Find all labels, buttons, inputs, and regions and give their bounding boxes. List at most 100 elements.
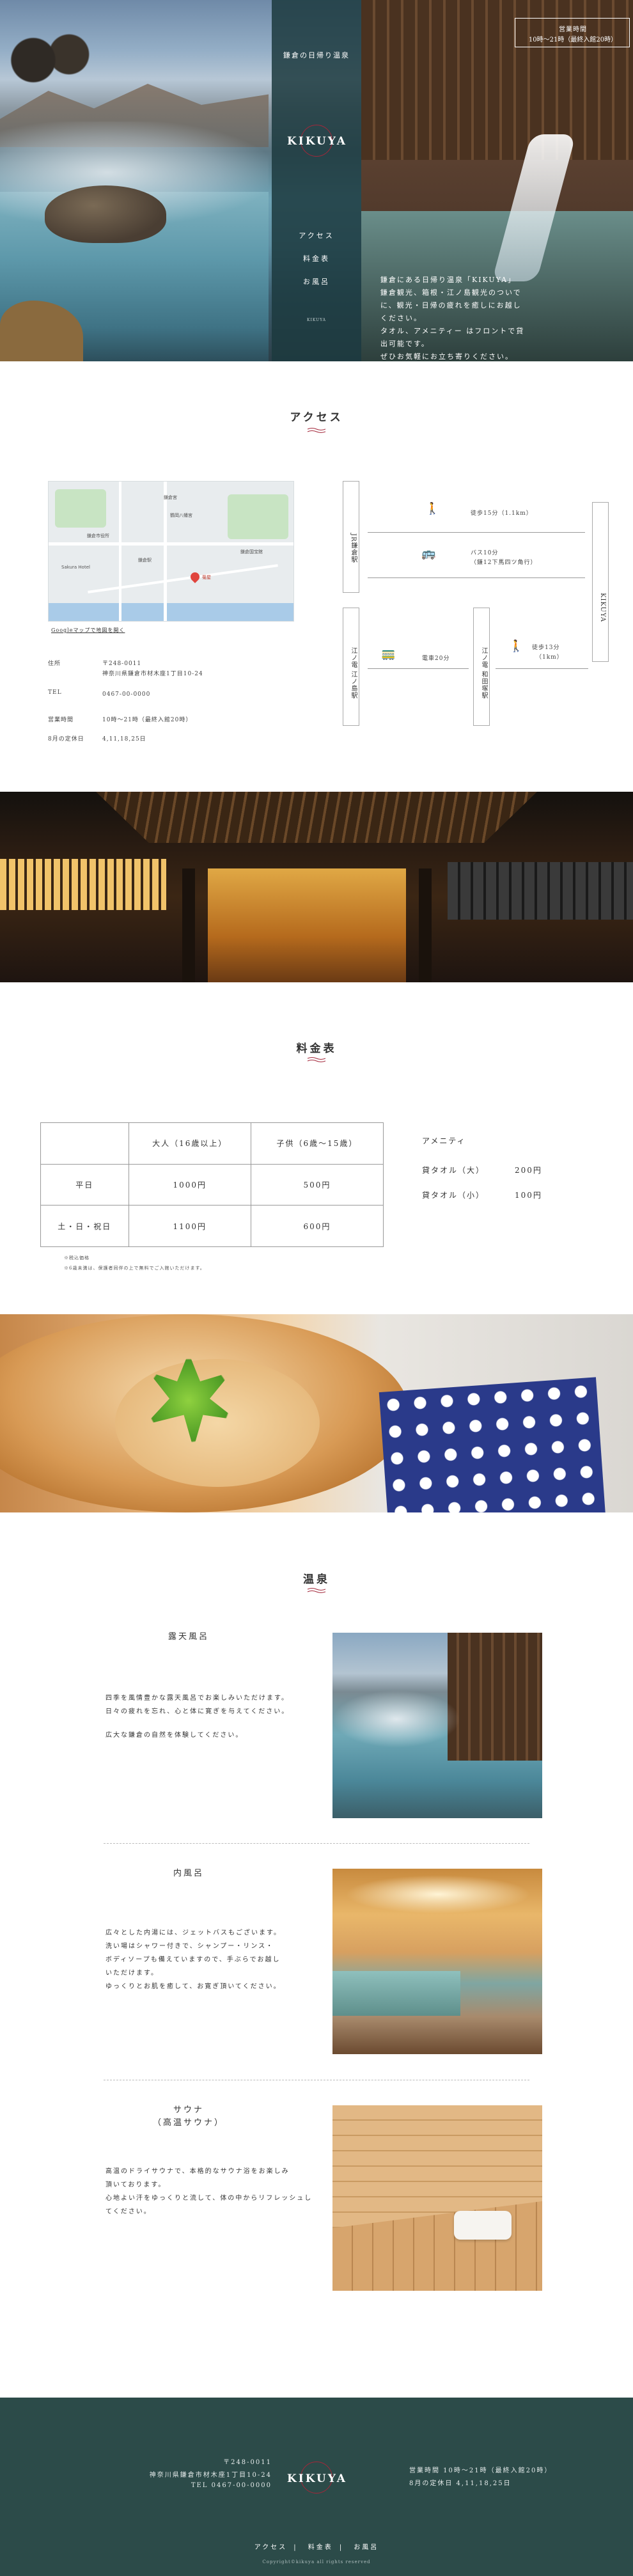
hero-intro-line: 鎌倉にある日帰り温泉「KIKUYA」	[380, 276, 517, 284]
google-map-link[interactable]: Googleマップで地図を開く	[51, 627, 125, 634]
footer-tel[interactable]: TEL 0467-00-0000	[137, 2482, 272, 2489]
price-note: ※税込価格	[64, 1255, 90, 1261]
entrance-roof	[96, 792, 537, 843]
map-park	[55, 489, 106, 528]
sauna-towel	[454, 2211, 512, 2240]
entrance-glow	[208, 868, 406, 982]
hero-rock	[45, 185, 166, 243]
table-row: 平日 1000円 500円	[40, 1163, 384, 1206]
address-zip: 〒248-0011	[102, 661, 142, 667]
google-map[interactable]: 鎌倉宮 鎌倉市役所 鶴岡八幡宮 鎌倉国宝館 Sakura Hotel 鎌倉駅 菊…	[48, 481, 294, 622]
onsen-item-title: 内風呂	[173, 1869, 204, 1878]
map-pin-icon[interactable]	[189, 570, 201, 583]
route-line	[368, 668, 469, 669]
onsen-text-line: 頂いております。	[106, 2181, 166, 2188]
footer-nav-price[interactable]: 料金表	[308, 2544, 333, 2551]
footer-holiday: 8月の定休日 4,11,18,25日	[409, 2480, 512, 2487]
hero-copyright: KIKUYA	[306, 318, 326, 322]
walking-icon: 🚶	[509, 640, 524, 653]
bath-building	[448, 1633, 542, 1761]
route-walk2-sub: （1km）	[536, 654, 563, 661]
hero: 鎌倉の日帰り温泉 KIKUYA アクセス 料金表 お風呂 KIKUYA 営業時間…	[0, 0, 633, 361]
map-label: 鶴岡八幡宮	[170, 513, 192, 518]
price-note: ※6歳未満は、保護者同伴の上で無料でご入館いただけます。	[64, 1266, 205, 1271]
tel-label: TEL	[48, 689, 62, 696]
map-road	[119, 482, 121, 621]
indoor-lights	[345, 1875, 531, 1913]
amenity-price: 200円	[515, 1166, 542, 1175]
route-kikuya: KIKUYA	[592, 502, 609, 662]
hero-nav: アクセス 料金表 お風呂	[272, 230, 361, 299]
hero-logo-text: KIKUYA	[287, 135, 347, 148]
footer-address: 神奈川県鎌倉市材木座1丁目10-24	[149, 2472, 272, 2479]
hero-subtitle: 鎌倉の日帰り温泉	[283, 51, 350, 59]
map-sea	[49, 603, 293, 621]
tenugui-towel	[379, 1377, 606, 1512]
hero-logo[interactable]: KIKUYA	[287, 125, 345, 157]
footer-nav-bath[interactable]: お風呂	[354, 2544, 379, 2551]
walking-icon: 🚶	[425, 502, 440, 515]
price-header-cell: 大人（16歳以上）	[128, 1122, 251, 1165]
price-header-cell: 子供（6歳〜15歳）	[250, 1122, 384, 1165]
footer-nav-access[interactable]: アクセス	[254, 2544, 288, 2551]
price-table-header: 大人（16歳以上） 子供（6歳〜15歳）	[40, 1122, 384, 1165]
map-label: 鎌倉市役所	[87, 533, 109, 538]
price-header-cell	[40, 1122, 129, 1165]
address-label: 住所	[48, 661, 61, 667]
price-cell: 500円	[250, 1163, 384, 1206]
onsen-text-line: 四季を風情豊かな露天風呂でお楽しみいただけます。	[106, 1695, 289, 1702]
entrance-photo	[0, 792, 633, 982]
indoor-bath-photo	[332, 1869, 542, 2054]
hero-nav-bath[interactable]: お風呂	[272, 276, 361, 287]
onsen-text-line: ボディソープも備えていますので、手ぶらでお越し	[106, 1956, 281, 1963]
map-label: Sakura Hotel	[61, 565, 90, 570]
tel-value[interactable]: 0467-00-0000	[102, 689, 150, 700]
route-line	[368, 577, 585, 578]
footer-logo[interactable]: KIKUYA	[287, 2462, 345, 2494]
onsen-wave-icon	[307, 1588, 326, 1593]
hero-trees	[6, 26, 96, 83]
map-road	[88, 564, 278, 593]
price-cell: 600円	[250, 1205, 384, 1247]
route-bus-sub: （鎌12下馬四ツ角行）	[471, 560, 537, 566]
holiday-label: 8月の定休日	[48, 736, 84, 742]
onsen-text-line: 高温のドライサウナで、本格的なサウナ浴をお楽しみ	[106, 2168, 290, 2175]
map-park	[228, 494, 288, 539]
map-label: 鎌倉駅	[138, 558, 152, 563]
bus-icon: 🚌	[421, 547, 436, 560]
holiday-value: 4,11,18,25日	[102, 736, 146, 742]
price-wave-icon	[307, 1057, 326, 1062]
sauna-photo	[332, 2105, 542, 2291]
address-value: 神奈川県鎌倉市材木座1丁目10-24	[102, 671, 203, 677]
onsen-item-title: 露天風呂	[168, 1632, 209, 1642]
route-line	[368, 532, 585, 533]
hero-hours-value: 10時〜21時（最終入館20時）	[528, 36, 618, 43]
onsen-item-text: 四季を風情豊かな露天風呂でお楽しみいただけます。 日々の疲れを忘れ、心と体に寛ぎ…	[106, 1692, 310, 1742]
onsen-item-subtitle: （高温サウナ）	[152, 2118, 224, 2128]
price-row-label: 土・日・祝日	[40, 1205, 129, 1247]
entrance-windows-right	[448, 862, 633, 920]
hero-nav-price[interactable]: 料金表	[272, 253, 361, 263]
onsen-text-line: 心地よい汗をゆっくりと流して、体の中からリフレッシュしてください。	[106, 2195, 313, 2215]
footer-nav: アクセス | 料金表 | お風呂	[254, 2544, 379, 2551]
price-table: 大人（16歳以上） 子供（6歳〜15歳） 平日 1000円 500円 土・日・祝…	[40, 1122, 384, 1247]
route-bus-text: バス10分	[471, 550, 499, 556]
hero-intro-line: 鎌倉観光、箱根・江ノ島観光のついでに、観光・日帰の疲れを癒しにお越しください。	[380, 288, 522, 322]
access-wave-icon	[307, 428, 326, 433]
onsen-divider	[104, 1843, 529, 1844]
route-walk1-text: 徒歩15分（1.1km）	[471, 510, 533, 517]
amenity-title: アメニティ	[422, 1136, 466, 1145]
route-line	[496, 668, 588, 669]
onsen-text-line: 洗い場はシャワー付きで、シャンプー・リンス・	[106, 1943, 274, 1950]
map-pin-label: 菊屋	[202, 575, 211, 580]
route-jr-kamakura: JR鎌倉駅	[343, 481, 359, 593]
price-row-label: 平日	[40, 1163, 129, 1206]
hero-intro: 鎌倉にある日帰り温泉「KIKUYA」 鎌倉観光、箱根・江ノ島観光のついでに、観光…	[380, 274, 528, 361]
hero-intro-line: タオル、アメニティー はフロントで貸出可能です。	[380, 327, 525, 348]
footer-logo-text: KIKUYA	[287, 2472, 347, 2485]
hero-nav-access[interactable]: アクセス	[272, 230, 361, 240]
train-icon: 🚃	[381, 647, 396, 661]
bath-steam	[332, 1690, 460, 1748]
map-road	[49, 542, 293, 546]
amenity-name: 貸タオル（大）	[422, 1166, 485, 1175]
